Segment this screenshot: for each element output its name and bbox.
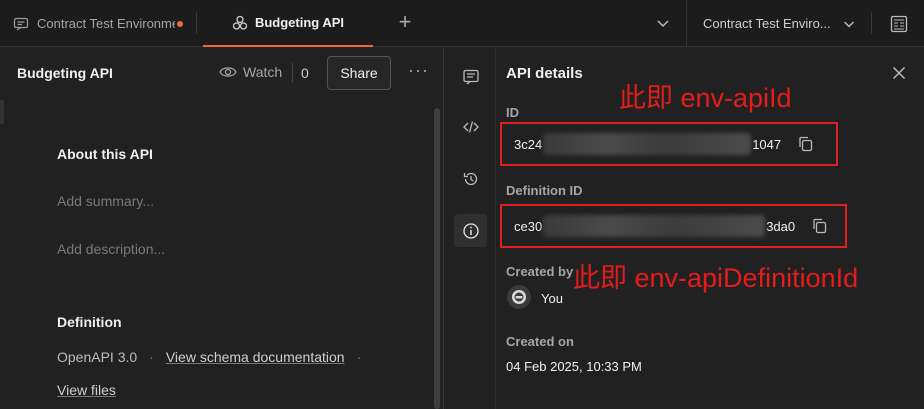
comments-icon <box>462 69 479 84</box>
watch-button[interactable]: Watch <box>219 64 282 80</box>
id-value[interactable]: 3c24 1047 <box>514 133 781 155</box>
copy-icon[interactable] <box>797 135 815 153</box>
tab-label: Budgeting API <box>254 15 345 30</box>
api-icon <box>232 15 248 30</box>
divider <box>292 63 293 83</box>
created-by-label: Created by <box>506 264 574 279</box>
divider <box>871 12 872 34</box>
api-details-panel: API details 此即 env-apiId ID 3c24 1047 De… <box>497 48 924 409</box>
summary-field[interactable]: Add summary... <box>57 193 154 209</box>
separator: · <box>149 349 154 365</box>
environment-quick-look-icon[interactable] <box>889 14 909 34</box>
scrollbar[interactable] <box>434 108 440 409</box>
id-prefix: 3c24 <box>514 136 543 152</box>
description-field[interactable]: Add description... <box>57 241 165 257</box>
about-title: About this API <box>57 146 153 162</box>
api-overview-pane: Budgeting API Watch 0 Share ··· About th… <box>0 48 444 409</box>
environment-selector[interactable]: Contract Test Enviro... <box>703 0 857 47</box>
redacted-text <box>543 133 752 155</box>
tab-label: Contract Test Environme <box>37 16 175 31</box>
close-icon[interactable] <box>890 64 908 82</box>
definition-type: OpenAPI 3.0 <box>57 349 138 365</box>
id-suffix: 1047 <box>752 136 782 152</box>
view-schema-documentation-link[interactable]: View schema documentation <box>166 349 345 365</box>
eye-icon <box>219 67 237 77</box>
more-options-button[interactable]: ··· <box>408 61 428 80</box>
history-button[interactable] <box>454 162 487 195</box>
user-avatar-icon <box>512 290 526 304</box>
redacted-text <box>543 215 766 237</box>
share-button[interactable]: Share <box>327 56 391 90</box>
right-sidebar-rail <box>445 48 496 409</box>
chevron-down-icon <box>843 20 855 28</box>
info-button[interactable] <box>454 214 487 247</box>
tab-contract-test-environment[interactable]: Contract Test Environme <box>0 0 196 47</box>
code-icon <box>462 120 479 133</box>
comments-button[interactable] <box>454 60 487 93</box>
new-tab-button[interactable]: + <box>394 11 416 34</box>
watch-count[interactable]: 0 <box>301 65 309 81</box>
copy-icon[interactable] <box>811 217 829 235</box>
resize-handle[interactable] <box>0 100 4 124</box>
avatar <box>507 285 531 309</box>
info-icon <box>462 222 479 239</box>
id-label: ID <box>506 105 519 120</box>
created-on-label: Created on <box>506 334 574 349</box>
tab-bar: Contract Test Environme Budgeting API + … <box>0 0 924 47</box>
created-by-value: You <box>541 291 563 306</box>
chevron-down-icon[interactable] <box>654 14 672 32</box>
definition-title: Definition <box>57 314 122 330</box>
id-field: 3c24 1047 <box>500 122 838 166</box>
definition-id-prefix: ce30 <box>514 218 543 234</box>
api-header: Budgeting API Watch 0 Share ··· <box>0 48 444 98</box>
tab-divider <box>196 12 197 34</box>
code-button[interactable] <box>454 110 487 143</box>
annotation-api-id: 此即 env-apiId <box>619 83 792 113</box>
watch-label: Watch <box>243 64 283 80</box>
definition-row: OpenAPI 3.0 · View schema documentation … <box>57 349 373 365</box>
definition-id-label: Definition ID <box>506 183 583 198</box>
history-icon <box>463 172 477 185</box>
annotation-api-definition-id: 此即 env-apiDefinitionId <box>573 263 859 293</box>
api-name[interactable]: Budgeting API <box>17 65 113 81</box>
definition-id-field: ce30 3da0 <box>500 204 847 248</box>
panel-title: API details <box>506 65 583 82</box>
divider <box>686 0 687 47</box>
definition-id-value[interactable]: ce30 3da0 <box>514 215 795 237</box>
request-icon <box>13 17 29 31</box>
environment-label: Contract Test Enviro... <box>703 16 831 31</box>
tab-budgeting-api[interactable]: Budgeting API <box>203 0 373 47</box>
view-files-link[interactable]: View files <box>57 382 116 398</box>
unsaved-dot <box>177 20 183 27</box>
created-on-value: 04 Feb 2025, 10:33 PM <box>506 359 642 374</box>
definition-id-suffix: 3da0 <box>766 218 796 234</box>
separator: · <box>356 349 362 365</box>
